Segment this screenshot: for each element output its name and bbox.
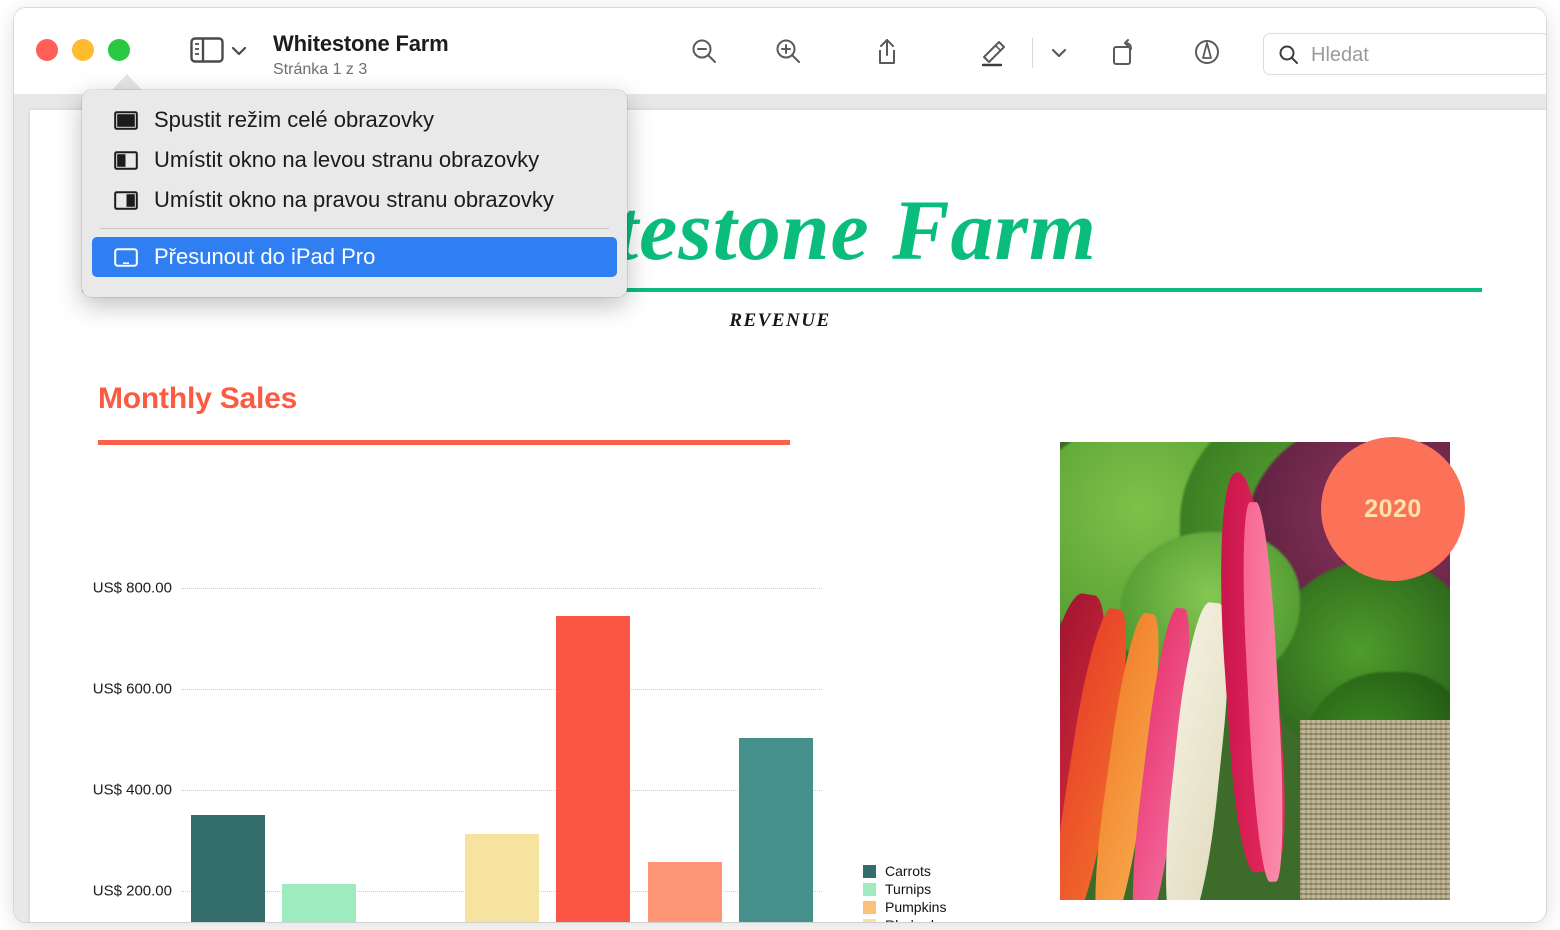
markup-pen-icon[interactable] [977,35,1011,69]
search-placeholder: Hledat [1311,43,1369,67]
chart-bar [648,862,722,922]
menu-item-tile-left[interactable]: Umístit okno na levou stranu obrazovky [92,140,617,180]
legend-swatch [863,901,876,914]
y-axis-tick-label: US$ 600.00 [70,681,172,698]
legend-swatch [863,865,876,878]
menu-item-label: Umístit okno na levou stranu obrazovky [154,147,539,173]
legend-label: Rhubarb [885,916,939,922]
ipad-icon [114,248,138,267]
chart-bars [182,588,822,922]
chart-bar [556,616,630,922]
burlap-texture [1300,720,1450,900]
legend-swatch [863,883,876,896]
legend-swatch [863,919,876,923]
page-title: Whitestone Farm [273,30,448,58]
sidebar-chevron-down-icon[interactable] [230,44,248,58]
menu-item-label: Přesunout do iPad Pro [154,244,375,270]
chart-heading: Monthly Sales [98,382,297,416]
zoom-in-icon[interactable] [771,35,805,69]
legend-item: Pumpkins [863,898,946,916]
menu-item-tile-right[interactable]: Umístit okno na pravou stranu obrazovky [92,180,617,220]
page-indicator: Stránka 1 z 3 [273,59,448,81]
search-icon [1278,44,1300,66]
section-label: REVENUE [60,310,1500,332]
legend-label: Pumpkins [885,898,946,916]
menu-separator [100,228,609,229]
toolbar-divider [1032,38,1033,68]
fullscreen-icon [114,111,138,130]
document-title-block: Whitestone Farm Stránka 1 z 3 [273,30,448,81]
zoom-button[interactable] [108,39,130,61]
y-axis-tick-label: US$ 400.00 [70,782,172,799]
tile-left-icon [114,151,138,170]
menu-item-label: Spustit režim celé obrazovky [154,107,434,133]
chevron-down-icon[interactable] [1042,35,1076,69]
close-button[interactable] [36,39,58,61]
chart-bar [739,738,813,922]
legend-label: Turnips [885,880,931,898]
year-badge: 2020 [1321,437,1465,581]
chart-heading-rule [98,440,790,445]
window-options-menu[interactable]: Spustit režim celé obrazovky Umístit okno… [82,90,627,297]
menu-item-fullscreen[interactable]: Spustit režim celé obrazovky [92,100,617,140]
annotate-icon[interactable] [1190,35,1224,69]
search-input[interactable]: Hledat [1263,33,1546,75]
y-axis-tick-label: US$ 800.00 [70,580,172,597]
tile-right-icon [114,191,138,210]
rotate-icon[interactable] [1106,35,1140,69]
menu-item-ipad[interactable]: Přesunout do iPad Pro [92,237,617,277]
legend-item: Turnips [863,880,946,898]
year-badge-label: 2020 [1364,495,1422,524]
monthly-sales-chart: US$ 800.00 US$ 600.00 US$ 400.00 US$ 200.00… [70,470,820,902]
legend-item: Rhubarb [863,916,946,922]
chart-legend: CarrotsTurnipsPumpkinsRhubarbBeefEggsMil… [863,862,946,922]
window-toolbar: Whitestone Farm Stránka 1 z 3 [14,8,1546,94]
chart-bar [282,884,356,922]
menu-item-label: Umístit okno na pravou stranu obrazovky [154,187,554,213]
zoom-out-icon[interactable] [687,35,721,69]
sidebar-toggle-icon[interactable] [190,36,224,64]
chart-bar [191,815,265,922]
share-icon[interactable] [870,35,904,69]
legend-item: Carrots [863,862,946,880]
chart-bar [465,834,539,922]
preview-window: Whitestone Farm Stránka 1 z 3 [14,8,1546,922]
legend-label: Carrots [885,862,931,880]
y-axis-tick-label: US$ 200.00 [70,883,172,900]
minimize-button[interactable] [72,39,94,61]
